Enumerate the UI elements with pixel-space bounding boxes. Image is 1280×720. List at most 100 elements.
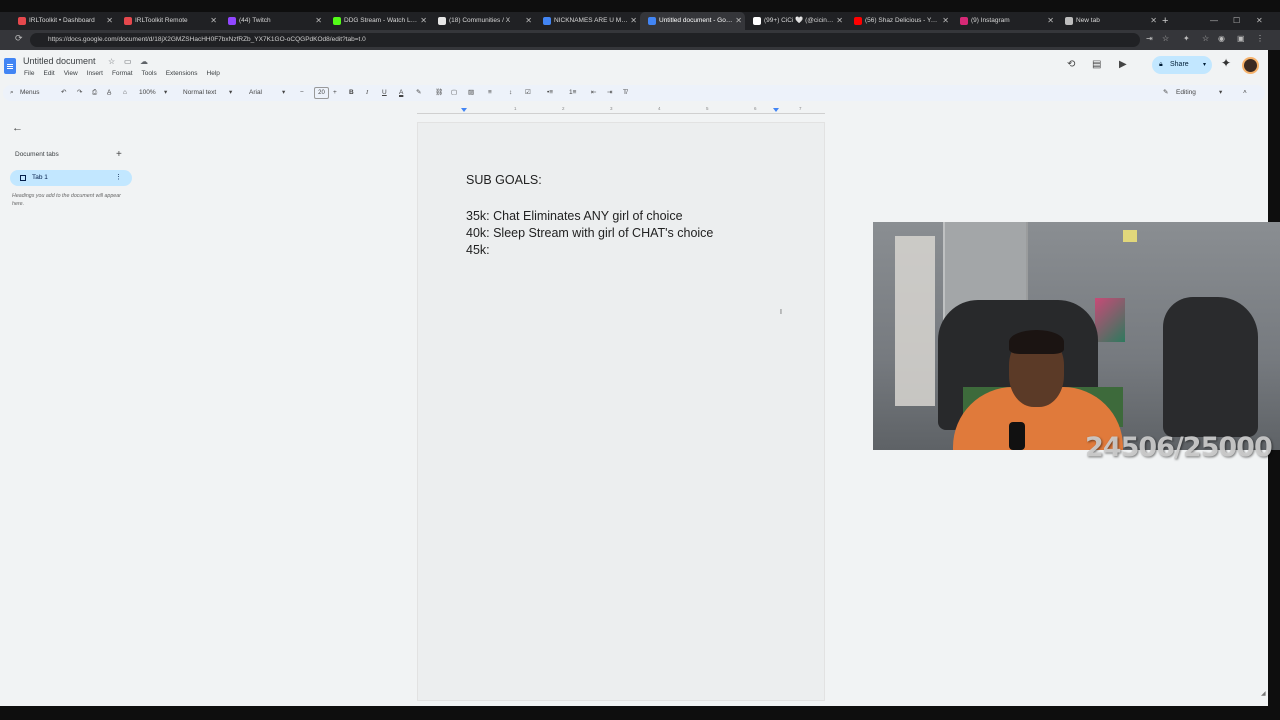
share-button[interactable]: 🔒︎ Share ▾ — [1152, 56, 1212, 74]
right-indent-marker[interactable] — [773, 108, 779, 112]
menu-view[interactable]: View — [64, 70, 78, 77]
bulleted-list-icon[interactable]: •≡ — [547, 85, 553, 101]
align-icon[interactable]: ≡ — [488, 85, 492, 101]
browser-tab[interactable]: IRLToolkit • Dashboard ✕ — [10, 12, 116, 30]
decrease-font-icon[interactable]: − — [300, 85, 304, 101]
heading-line[interactable]: SUB GOALS: — [466, 173, 542, 187]
back-arrow-icon[interactable]: ← — [12, 122, 23, 134]
close-icon[interactable]: ✕ — [735, 12, 742, 30]
chevron-down-icon[interactable]: ▾ — [1219, 85, 1222, 101]
add-tab-icon[interactable]: + — [116, 149, 122, 160]
meet-icon[interactable]: ▶ — [1119, 59, 1127, 70]
redo-icon[interactable]: ↷ — [77, 85, 82, 101]
image-icon[interactable]: ▨ — [468, 85, 474, 101]
browser-tab[interactable]: DDG Stream - Watch Live o ✕ — [325, 12, 430, 30]
link-icon[interactable]: ⛓ — [435, 85, 443, 101]
bookmark-icon[interactable]: ☆ — [1202, 34, 1209, 43]
close-icon[interactable]: ✕ — [420, 12, 427, 30]
browser-tab[interactable]: NICKNAMES ARE U MY BA ✕ — [535, 12, 640, 30]
chevron-down-icon[interactable]: ▾ — [1203, 56, 1206, 74]
style-select[interactable]: Normal text — [183, 85, 216, 101]
spellcheck-icon[interactable]: A̲ — [107, 85, 111, 101]
line-spacing-icon[interactable]: ↕ — [509, 85, 512, 101]
chevron-up-icon[interactable]: ˄ — [1243, 85, 1247, 101]
close-icon[interactable]: ✕ — [315, 12, 322, 30]
ruler-tick: 1 — [514, 106, 517, 111]
clear-formatting-icon[interactable]: T̸ — [623, 85, 627, 101]
browser-tab[interactable]: (99+) CiCi 🤍 (@cicinig) | Ti✕ — [745, 12, 846, 30]
gemini-icon[interactable]: ✦ — [1221, 56, 1231, 70]
text-color-icon[interactable]: A — [399, 85, 403, 101]
bookmark-star-icon[interactable]: ☆ — [1162, 34, 1169, 43]
menu-tools[interactable]: Tools — [142, 70, 157, 77]
browser-tab[interactable]: (18) Communities / X ✕ — [430, 12, 535, 30]
underline-icon[interactable]: U — [382, 85, 387, 101]
undo-icon[interactable]: ↶ — [61, 85, 66, 101]
search-icon[interactable]: ⌕ — [10, 85, 14, 101]
menu-file[interactable]: File — [24, 70, 34, 77]
browser-tab[interactable]: New tab ✕ — [1057, 12, 1160, 30]
menu-format[interactable]: Format — [112, 70, 133, 77]
font-select[interactable]: Arial — [249, 85, 262, 101]
sidebar-icon[interactable]: ▣ — [1237, 34, 1245, 43]
menus-search[interactable]: Menus — [20, 85, 40, 101]
more-options-icon[interactable]: ⋮ — [115, 170, 122, 186]
browser-tab-active[interactable]: Untitled document - Googl ✕ — [640, 12, 745, 30]
comments-icon[interactable]: ▤ — [1092, 59, 1101, 70]
goal-line[interactable]: 45k: — [466, 243, 490, 257]
font-size-field[interactable]: 20 — [314, 87, 329, 99]
menu-help[interactable]: Help — [207, 70, 220, 77]
docs-logo-icon[interactable] — [4, 58, 16, 74]
decrease-indent-icon[interactable]: ⇤ — [591, 85, 596, 101]
italic-icon[interactable]: I — [366, 85, 368, 101]
close-icon[interactable]: ✕ — [942, 12, 949, 30]
minimize-icon[interactable]: — — [1210, 12, 1218, 30]
browser-tab[interactable]: (56) Shaz Delicious - YouTu ✕ — [846, 12, 952, 30]
highlight-icon[interactable]: ✎ — [416, 85, 421, 101]
close-icon[interactable]: ✕ — [630, 12, 637, 30]
document-title[interactable]: Untitled document — [23, 56, 96, 66]
window-close-icon[interactable]: ✕ — [1256, 12, 1263, 30]
url-bar[interactable]: https://docs.google.com/document/d/18jX2… — [30, 33, 1140, 47]
comment-icon[interactable]: ▢ — [451, 85, 457, 101]
document-page[interactable]: SUB GOALS: 35k: Chat Eliminates ANY girl… — [417, 122, 825, 701]
menu-edit[interactable]: Edit — [43, 70, 54, 77]
close-icon[interactable]: ✕ — [525, 12, 532, 30]
menu-extensions[interactable]: Extensions — [166, 70, 198, 77]
browser-tab[interactable]: (9) Instagram ✕ — [952, 12, 1057, 30]
browser-tab[interactable]: (44) Twitch ✕ — [220, 12, 325, 30]
bold-icon[interactable]: B — [349, 85, 354, 101]
numbered-list-icon[interactable]: 1≡ — [569, 85, 576, 101]
zoom-select[interactable]: 100% — [139, 85, 156, 101]
close-icon[interactable]: ✕ — [1150, 12, 1157, 30]
goal-line[interactable]: 40k: Sleep Stream with girl of CHAT's ch… — [466, 226, 713, 240]
close-icon[interactable]: ✕ — [1047, 12, 1054, 30]
print-icon[interactable]: ⎙ — [92, 85, 97, 101]
maximize-icon[interactable]: ☐ — [1233, 12, 1240, 30]
editing-mode[interactable]: Editing — [1176, 85, 1196, 101]
chrome-menu-icon[interactable]: ⋮ — [1256, 34, 1264, 43]
close-icon[interactable]: ✕ — [210, 12, 217, 30]
extension-icon[interactable]: ⇥ — [1146, 34, 1153, 43]
increase-indent-icon[interactable]: ⇥ — [607, 85, 612, 101]
goal-line[interactable]: 35k: Chat Eliminates ANY girl of choice — [466, 209, 683, 223]
paint-format-icon[interactable]: ⌂ — [123, 85, 127, 101]
extensions-puzzle-icon[interactable]: ✦ — [1183, 34, 1190, 43]
menu-insert[interactable]: Insert — [87, 70, 103, 77]
close-icon[interactable]: ✕ — [106, 12, 113, 30]
star-icon[interactable]: ☆ — [108, 57, 115, 66]
avatar[interactable] — [1242, 57, 1259, 74]
browser-tab[interactable]: IRLToolkit Remote ✕ — [116, 12, 220, 30]
close-icon[interactable]: ✕ — [836, 12, 843, 30]
move-folder-icon[interactable]: ▭ — [124, 57, 132, 66]
indent-marker[interactable] — [461, 108, 467, 112]
new-tab-plus-icon[interactable]: + — [1162, 12, 1168, 30]
reload-icon[interactable]: ⟳ — [15, 33, 23, 44]
version-history-icon[interactable]: ⟲ — [1067, 59, 1075, 70]
doc-tab-1[interactable]: Tab 1 ⋮ — [10, 170, 132, 186]
checklist-icon[interactable]: ☑ — [525, 85, 531, 101]
scroll-down-icon[interactable]: ◢ — [1261, 690, 1266, 697]
increase-font-icon[interactable]: + — [333, 85, 337, 101]
ruler[interactable]: 1 2 3 4 5 6 7 — [417, 106, 825, 114]
profile-icon[interactable]: ◉ — [1218, 34, 1225, 43]
